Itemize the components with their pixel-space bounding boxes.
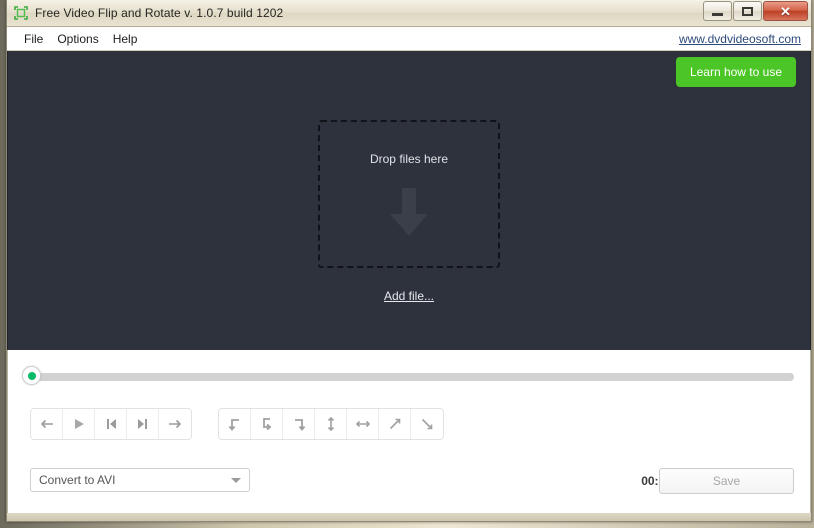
- seek-handle-dot: [27, 371, 36, 380]
- bottom-row: Convert to AVI Save: [8, 468, 810, 498]
- download-arrow-icon: [381, 184, 437, 245]
- close-icon: ✕: [780, 3, 791, 19]
- output-format-select[interactable]: Convert to AVI: [30, 468, 250, 492]
- maximize-icon: [742, 6, 753, 16]
- play-button[interactable]: [63, 409, 95, 439]
- step-forward-button[interactable]: [159, 409, 191, 439]
- playback-button-group: [30, 408, 192, 440]
- menu-item-help[interactable]: Help: [106, 30, 145, 48]
- rotate-right-button[interactable]: [283, 409, 315, 439]
- flip-vertical-button[interactable]: [315, 409, 347, 439]
- close-button[interactable]: ✕: [763, 1, 808, 21]
- flip-horizontal-button[interactable]: [347, 409, 379, 439]
- maximize-button[interactable]: [733, 1, 762, 21]
- minimize-icon: [712, 12, 723, 16]
- rotate-left-button[interactable]: [219, 409, 251, 439]
- learn-how-to-use-button[interactable]: Learn how to use: [675, 57, 796, 87]
- add-file-link[interactable]: Add file...: [384, 289, 434, 303]
- menu-bar: File Options Help www.dvdvideosoft.com: [7, 27, 811, 51]
- toolbar-row: 00:00:00.000/00:00:00.000: [8, 408, 810, 488]
- window-title: Free Video Flip and Rotate v. 1.0.7 buil…: [35, 6, 284, 20]
- flip-diagonal-up-button[interactable]: [379, 409, 411, 439]
- flip-diagonal-down-button[interactable]: [411, 409, 443, 439]
- save-button[interactable]: Save: [659, 468, 794, 494]
- rotate-180-button[interactable]: [251, 409, 283, 439]
- seek-handle[interactable]: [22, 366, 41, 385]
- window-bottom-frame: [7, 513, 811, 521]
- seek-track[interactable]: [26, 373, 794, 381]
- preview-area: Learn how to use Drop files here Add fil…: [7, 51, 811, 350]
- title-bar: Free Video Flip and Rotate v. 1.0.7 buil…: [7, 0, 811, 27]
- crop-frame-icon: [13, 5, 29, 21]
- transform-button-group: [218, 408, 444, 440]
- file-dropzone[interactable]: Drop files here: [318, 120, 500, 268]
- next-frame-button[interactable]: [127, 409, 159, 439]
- window-controls: ✕: [703, 1, 808, 21]
- dropzone-label: Drop files here: [369, 152, 449, 166]
- step-back-button[interactable]: [31, 409, 63, 439]
- controls-panel: 00:00:00.000/00:00:00.000 Convert to AVI…: [7, 350, 811, 513]
- chevron-down-icon: [231, 477, 241, 483]
- menu-item-file[interactable]: File: [17, 30, 50, 48]
- website-link[interactable]: www.dvdvideosoft.com: [679, 32, 801, 46]
- previous-frame-button[interactable]: [95, 409, 127, 439]
- output-format-value: Convert to AVI: [39, 473, 116, 487]
- minimize-button[interactable]: [703, 1, 732, 21]
- menu-item-options[interactable]: Options: [50, 30, 105, 48]
- application-window: Free Video Flip and Rotate v. 1.0.7 buil…: [6, 0, 812, 522]
- seek-bar[interactable]: [8, 364, 810, 386]
